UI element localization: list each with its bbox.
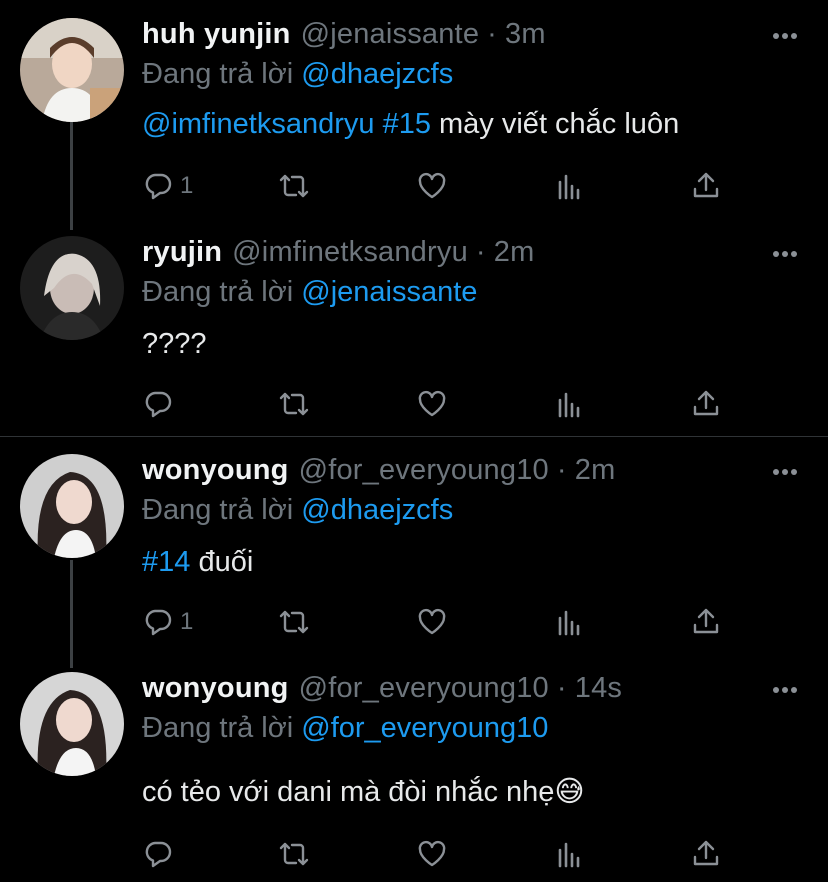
author-name[interactable]: ryujin [142,236,222,269]
more-icon[interactable] [772,32,798,40]
separator-dot: · [556,454,567,486]
retweet-icon [279,842,309,866]
like-button[interactable] [416,166,448,206]
avatar[interactable] [20,672,124,776]
reply-button[interactable]: 1 [142,166,193,206]
tweet-text: #14 đuối [142,546,253,579]
reply-count: 1 [180,172,194,199]
share-button[interactable] [690,166,722,206]
reply-prefix: Đang trả lời [142,276,294,308]
action-bar [142,834,742,874]
timestamp[interactable]: 2m [494,236,535,269]
like-icon [418,840,446,867]
reply-icon [145,173,172,200]
tweet-text: ???? [142,328,207,361]
reply-icon [145,609,172,636]
tweet-body: đuối [190,546,254,578]
analytics-button[interactable] [554,602,586,642]
reply-prefix: Đang trả lời [142,494,294,526]
action-bar: 1 [142,166,742,206]
replying-to: Đang trả lời @jenaissante [142,276,477,309]
author-name[interactable]: wonyoung [142,672,289,705]
divider [0,436,828,437]
separator-dot: · [475,236,486,268]
reply-to-link[interactable]: @for_everyoung10 [301,712,548,744]
timestamp[interactable]: 3m [505,18,546,51]
share-button[interactable] [690,602,722,642]
tweet[interactable]: wonyoung @for_everyoung10 · 2m Đang trả … [0,454,828,654]
avatar[interactable] [20,236,124,340]
reply-button[interactable] [142,384,180,424]
hashtag-link[interactable]: #14 [142,546,190,578]
reply-icon [145,841,172,868]
tweet[interactable]: ryujin @imfinetksandryu · 2m Đang trả lờ… [0,236,828,436]
author-name[interactable]: huh yunjin [142,18,291,51]
reply-to-link[interactable]: @jenaissante [301,276,477,308]
more-icon[interactable] [772,686,798,694]
tweet-body: có tẻo với dani mà đòi nhắc nhẹ [142,776,555,808]
reply-to-link[interactable]: @dhaejzcfs [301,58,453,90]
reply-button[interactable] [142,834,180,874]
author-handle[interactable]: @imfinetksandryu [232,236,468,269]
analytics-icon [558,392,580,418]
reply-icon [145,391,172,418]
reply-button[interactable]: 1 [142,602,193,642]
analytics-icon [558,842,580,868]
tweet-text: có tẻo với dani mà đòi nhắc nhẹ😅 [142,774,585,809]
share-icon [693,172,719,198]
share-icon [693,390,719,416]
share-icon [693,608,719,634]
like-button[interactable] [416,602,448,642]
tweet[interactable]: huh yunjin @jenaissante · 3m Đang trả lờ… [0,18,828,218]
action-bar [142,384,742,424]
author-name[interactable]: wonyoung [142,454,289,487]
analytics-button[interactable] [554,166,586,206]
timestamp[interactable]: 14s [575,672,622,705]
author-handle[interactable]: @for_everyoung10 [299,672,549,705]
replying-to: Đang trả lời @for_everyoung10 [142,712,548,745]
tweet-link[interactable]: @imfinetksandryu #15 [142,108,431,140]
share-button[interactable] [690,384,722,424]
tweet-body: ???? [142,328,207,360]
retweet-icon [279,392,309,416]
like-button[interactable] [416,384,448,424]
reply-prefix: Đang trả lời [142,58,294,90]
replying-to: Đang trả lời @dhaejzcfs [142,494,453,527]
analytics-button[interactable] [554,834,586,874]
reply-to-link[interactable]: @dhaejzcfs [301,494,453,526]
timestamp[interactable]: 2m [575,454,616,487]
retweet-button[interactable] [278,834,310,874]
more-icon[interactable] [772,250,798,258]
like-icon [418,390,446,417]
reply-count: 1 [180,608,194,635]
retweet-icon [279,610,309,634]
emoji: 😅 [554,776,585,808]
separator-dot: · [487,18,498,50]
retweet-button[interactable] [278,602,310,642]
analytics-icon [558,174,580,200]
action-bar: 1 [142,602,742,642]
more-icon[interactable] [772,468,798,476]
like-button[interactable] [416,834,448,874]
share-icon [693,840,719,866]
retweet-button[interactable] [278,166,310,206]
author-handle[interactable]: @for_everyoung10 [299,454,549,487]
avatar[interactable] [20,18,124,122]
analytics-icon [558,610,580,636]
retweet-icon [279,174,309,198]
tweet-text: @imfinetksandryu #15 mày viết chắc luôn [142,108,679,141]
avatar[interactable] [20,454,124,558]
tweet-body: mày viết chắc luôn [430,108,680,140]
tweet[interactable]: wonyoung @for_everyoung10 · 14s Đang trả… [0,672,828,882]
author-handle[interactable]: @jenaissante [301,18,480,51]
reply-prefix: Đang trả lời [142,712,294,744]
separator-dot: · [556,672,567,704]
like-icon [418,172,446,199]
share-button[interactable] [690,834,722,874]
retweet-button[interactable] [278,384,310,424]
analytics-button[interactable] [554,384,586,424]
like-icon [418,608,446,635]
replying-to: Đang trả lời @dhaejzcfs [142,58,453,91]
